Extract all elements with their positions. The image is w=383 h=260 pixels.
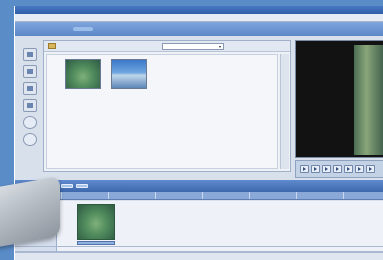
- clip-audio-strip: [77, 241, 115, 245]
- stop-icon[interactable]: [333, 165, 342, 173]
- circle-icon[interactable]: [23, 133, 37, 146]
- chevron-down-icon: ▾: [218, 43, 221, 49]
- timeline-toolbar: [15, 180, 383, 192]
- library-dropdown[interactable]: ▾: [162, 42, 224, 50]
- preview-window: [295, 40, 383, 158]
- rewind-icon[interactable]: [311, 165, 320, 173]
- track-label: [15, 247, 57, 251]
- app-window: ▾: [14, 6, 383, 260]
- folder-icon[interactable]: [48, 43, 56, 49]
- video-track[interactable]: [15, 201, 383, 247]
- effects-icon[interactable]: [23, 82, 37, 95]
- tab-2[interactable]: [73, 27, 93, 31]
- step-forward-icon[interactable]: [355, 165, 364, 173]
- timeline-clip[interactable]: [77, 204, 115, 240]
- library-content: [46, 54, 278, 169]
- preview-frame: [354, 45, 383, 155]
- fullscreen-icon[interactable]: [366, 165, 375, 173]
- playback-controls: [295, 160, 383, 178]
- status-row: [15, 252, 383, 260]
- media-thumbnail[interactable]: [65, 59, 101, 99]
- step-back-icon[interactable]: [344, 165, 353, 173]
- tab-3[interactable]: [101, 27, 121, 31]
- capture-icon[interactable]: [23, 48, 37, 61]
- forward-icon[interactable]: [322, 165, 331, 173]
- media-library: ▾: [43, 40, 291, 172]
- title-bar: [15, 6, 383, 14]
- edit-icon[interactable]: [23, 65, 37, 78]
- media-thumbnail[interactable]: [111, 59, 147, 99]
- tool-sidebar: [21, 48, 39, 158]
- library-header: ▾: [44, 41, 290, 52]
- thumbnail-caption: [111, 91, 147, 97]
- thumbnail-image: [65, 59, 101, 89]
- tab-1[interactable]: [45, 27, 65, 31]
- play-icon[interactable]: [300, 165, 309, 173]
- timeline-button-3[interactable]: [61, 184, 73, 188]
- thumbnail-image: [111, 59, 147, 89]
- timeline-ruler[interactable]: [15, 192, 383, 200]
- thumbnail-caption: [65, 91, 101, 97]
- library-scrollbar[interactable]: [280, 54, 289, 169]
- menu-bar: [15, 14, 383, 22]
- mode-tabs: [15, 22, 383, 36]
- circle-icon[interactable]: [23, 116, 37, 129]
- film-icon[interactable]: [23, 99, 37, 112]
- tab-4[interactable]: [129, 27, 149, 31]
- timeline-button-4[interactable]: [76, 184, 88, 188]
